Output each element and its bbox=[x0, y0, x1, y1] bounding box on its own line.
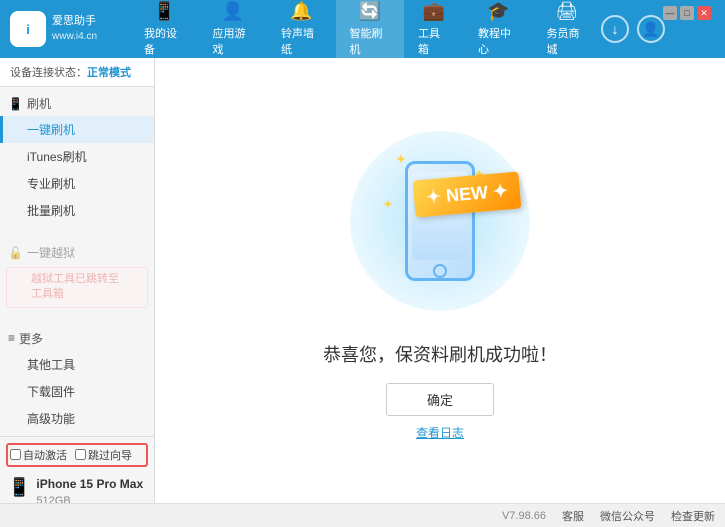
sparkle-3: ✦ bbox=[382, 196, 394, 213]
minimize-button[interactable]: — bbox=[663, 6, 677, 20]
my-device-icon: 📱 bbox=[153, 1, 175, 22]
view-log-link[interactable]: 查看日志 bbox=[416, 424, 464, 441]
header-actions: ↓ 👤 bbox=[601, 15, 665, 43]
flash-section: 📱 刷机 一键刷机 iTunes刷机 专业刷机 批量刷机 bbox=[0, 87, 154, 228]
device-phone-icon: 📱 bbox=[8, 477, 30, 498]
jailbreak-section: 🔓 一键越狱 越狱工具已跳转至 工具箱 bbox=[0, 236, 154, 314]
maximize-button[interactable]: □ bbox=[680, 6, 694, 20]
close-button[interactable]: ✕ bbox=[697, 6, 711, 20]
sidebar-item-one-key-flash[interactable]: 一键刷机 bbox=[0, 116, 154, 143]
footer-item-update[interactable]: 检查更新 bbox=[671, 508, 715, 524]
more-section-icon: ≡ bbox=[8, 331, 15, 345]
content-area: ✦ ✦ ✦ ✦ NEW ✦ 恭喜您，保资料刷机成功啦！ 确定 查看日志 bbox=[155, 58, 725, 503]
window-controls: — □ ✕ bbox=[663, 6, 711, 20]
nav-tab-smart-flash[interactable]: 🔄 智能刷机 bbox=[336, 0, 405, 61]
sidebar: 设备连接状态：正常模式 📱 刷机 一键刷机 iTunes刷机 专业刷机 批量刷机… bbox=[0, 58, 155, 503]
sidebar-item-batch-flash[interactable]: 批量刷机 bbox=[0, 197, 154, 224]
sidebar-item-itunes-flash[interactable]: iTunes刷机 bbox=[0, 143, 154, 170]
footer-items: 客服 微信公众号 检查更新 bbox=[562, 508, 715, 524]
logo-icon: i bbox=[10, 11, 46, 47]
guided-setup-check[interactable]: 跳过向导 bbox=[75, 447, 132, 463]
auto-activate-check[interactable]: 自动激活 bbox=[10, 447, 67, 463]
sidebar-item-advanced[interactable]: 高级功能 bbox=[0, 405, 154, 432]
version-label: V7.98.66 bbox=[502, 510, 546, 522]
merchant-icon: 🖨 bbox=[555, 1, 578, 22]
logo-area: i 爱思助手 www.i4.cn bbox=[10, 11, 130, 47]
apps-games-icon: 👤 bbox=[222, 1, 244, 22]
status-bar: 设备连接状态：正常模式 bbox=[0, 58, 154, 87]
footer-item-wechat[interactable]: 微信公众号 bbox=[600, 508, 655, 524]
footer-item-support[interactable]: 客服 bbox=[562, 508, 584, 524]
sidebar-item-other-tools[interactable]: 其他工具 bbox=[0, 351, 154, 378]
user-button[interactable]: 👤 bbox=[637, 15, 665, 43]
auto-activate-checkbox[interactable] bbox=[10, 449, 21, 460]
device-info: 📱 iPhone 15 Pro Max 512GB iPhone bbox=[6, 471, 148, 503]
auto-check-row: 自动激活 跳过向导 bbox=[6, 443, 148, 467]
header: i 爱思助手 www.i4.cn — □ ✕ 📱 我的设备 👤 应用游戏 🔔 铃… bbox=[0, 0, 725, 58]
device-area: 自动激活 跳过向导 📱 iPhone 15 Pro Max 512GB iPho… bbox=[0, 436, 154, 503]
main-container: 设备连接状态：正常模式 📱 刷机 一键刷机 iTunes刷机 专业刷机 批量刷机… bbox=[0, 58, 725, 503]
nav-tab-merchant[interactable]: 🖨 务员商城 bbox=[533, 0, 602, 61]
jailbreak-note: 越狱工具已跳转至 工具箱 bbox=[6, 267, 148, 308]
jailbreak-section-icon: 🔓 bbox=[8, 246, 23, 260]
logo-text: 爱思助手 www.i4.cn bbox=[52, 14, 97, 43]
sparkle-1: ✦ bbox=[395, 151, 407, 168]
phone-home-button bbox=[433, 264, 447, 278]
sidebar-item-download-firm[interactable]: 下载固件 bbox=[0, 378, 154, 405]
confirm-button[interactable]: 确定 bbox=[386, 383, 494, 416]
success-text: 恭喜您，保资料刷机成功啦！ bbox=[323, 341, 557, 367]
nav-tab-toolbox[interactable]: 💼 工具箱 bbox=[404, 0, 464, 61]
sidebar-item-pro-flash[interactable]: 专业刷机 bbox=[0, 170, 154, 197]
toolbox-icon: 💼 bbox=[423, 1, 445, 22]
download-button[interactable]: ↓ bbox=[601, 15, 629, 43]
flash-section-header: 📱 刷机 bbox=[0, 91, 154, 116]
jailbreak-section-header: 🔓 一键越狱 bbox=[0, 240, 154, 265]
guided-setup-checkbox[interactable] bbox=[75, 449, 86, 460]
phone-illustration: ✦ ✦ ✦ ✦ NEW ✦ bbox=[340, 121, 540, 321]
nav-tab-tutorial[interactable]: 🎓 教程中心 bbox=[464, 0, 533, 61]
nav-tabs: 📱 我的设备 👤 应用游戏 🔔 铃声墙纸 🔄 智能刷机 💼 工具箱 🎓 教程中心… bbox=[130, 0, 601, 61]
ringtones-icon: 🔔 bbox=[290, 1, 312, 22]
nav-tab-ringtones[interactable]: 🔔 铃声墙纸 bbox=[267, 0, 336, 61]
footer: V7.98.66 客服 微信公众号 检查更新 bbox=[0, 503, 725, 527]
nav-tab-apps-games[interactable]: 👤 应用游戏 bbox=[199, 0, 268, 61]
nav-tab-my-device[interactable]: 📱 我的设备 bbox=[130, 0, 199, 61]
more-section: ≡ 更多 其他工具 下载固件 高级功能 bbox=[0, 322, 154, 436]
more-section-header: ≡ 更多 bbox=[0, 326, 154, 351]
flash-section-icon: 📱 bbox=[8, 97, 23, 111]
smart-flash-icon: 🔄 bbox=[359, 1, 381, 22]
device-details: iPhone 15 Pro Max 512GB iPhone bbox=[36, 475, 143, 503]
tutorial-icon: 🎓 bbox=[487, 1, 509, 22]
